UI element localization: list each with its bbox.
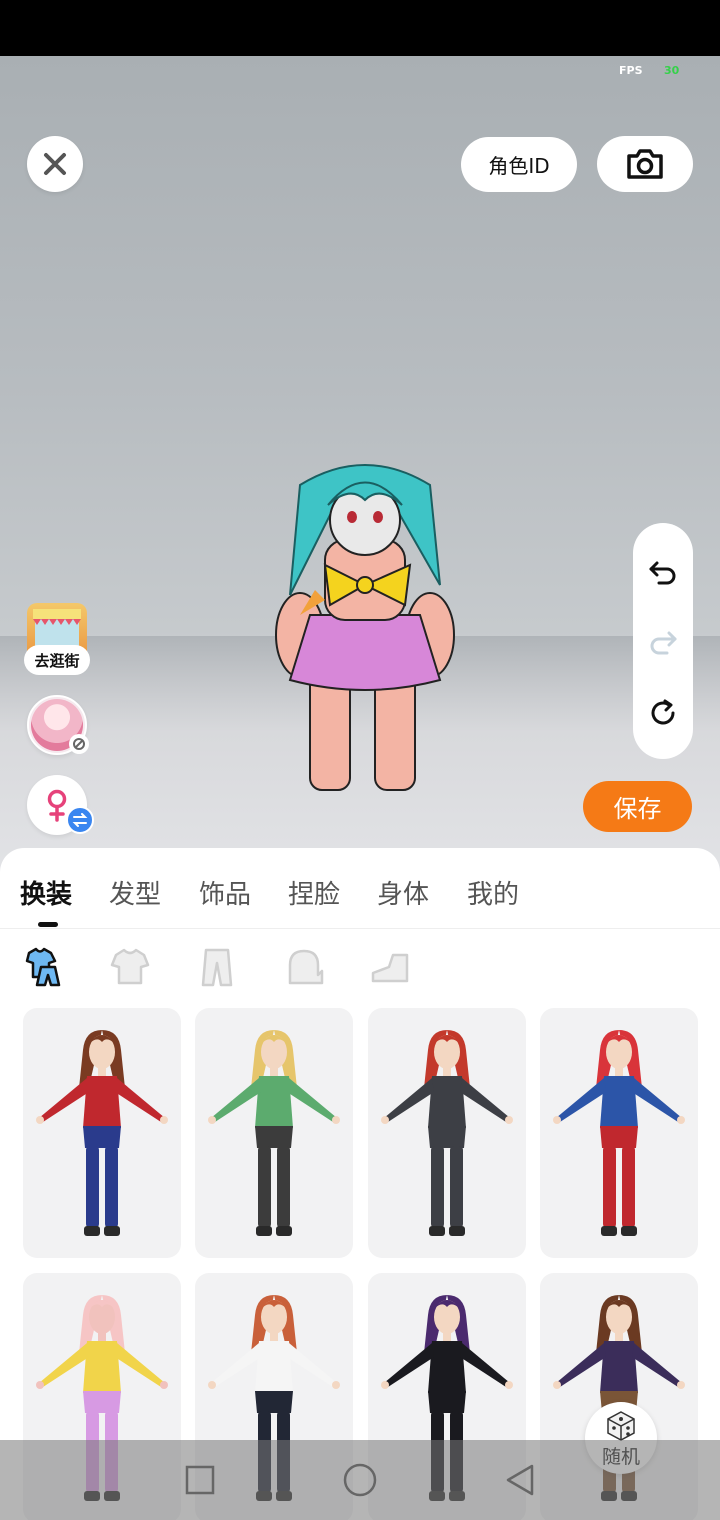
outfit-figure [381, 1030, 513, 1236]
tab-hairstyle[interactable]: 发型 [109, 874, 161, 911]
outfit-figure [208, 1030, 340, 1236]
outfit-green-robe[interactable] [195, 1008, 353, 1258]
history-control-panel [633, 523, 693, 759]
shop-label: 去逛街 [24, 645, 90, 675]
top-icon[interactable] [108, 945, 152, 989]
close-icon [44, 153, 66, 175]
tab-body[interactable]: 身体 [377, 874, 429, 911]
redo-icon[interactable] [647, 625, 679, 657]
tab-mine[interactable]: 我的 [467, 874, 519, 911]
status-bar [0, 0, 720, 56]
outfit-figure [36, 1030, 168, 1236]
tab-face[interactable]: 捏脸 [288, 874, 340, 911]
category-tabs: 换装 发型 饰品 捏脸 身体 我的 [0, 848, 720, 928]
all-outfit-icon[interactable] [21, 945, 65, 989]
back-nav-icon[interactable] [502, 1462, 538, 1498]
divider [0, 928, 720, 929]
outfit-captain[interactable] [540, 1008, 698, 1258]
role-id-button[interactable]: 角色ID [461, 137, 577, 192]
fps-value: 30 [664, 64, 680, 77]
shoe-icon[interactable] [369, 945, 413, 989]
tab-accessories[interactable]: 饰品 [199, 874, 251, 911]
swap-icon [66, 806, 94, 834]
dice-icon [607, 1411, 635, 1441]
undo-icon[interactable] [647, 555, 679, 587]
outfit-black-suit[interactable] [368, 1008, 526, 1258]
fps-label: FPS [619, 64, 643, 77]
close-button[interactable] [27, 136, 83, 192]
circle-nav-icon[interactable] [342, 1462, 378, 1498]
outfit-wonder[interactable] [23, 1008, 181, 1258]
hidden-badge-icon [69, 734, 89, 754]
save-button[interactable]: 保存 [583, 781, 692, 832]
active-tab-indicator [38, 922, 58, 927]
tab-outfit[interactable]: 换装 [20, 874, 72, 911]
go-shopping-button[interactable]: 去逛街 [24, 603, 90, 675]
avatar-character-preview[interactable] [270, 455, 460, 800]
square-nav-icon[interactable] [182, 1462, 218, 1498]
outfit-figure [553, 1030, 685, 1236]
glove-icon[interactable] [282, 945, 326, 989]
reset-icon[interactable] [647, 697, 679, 729]
pants-icon[interactable] [195, 945, 239, 989]
system-nav-bar [0, 1440, 720, 1520]
camera-button[interactable] [597, 136, 693, 192]
camera-icon [627, 149, 663, 179]
